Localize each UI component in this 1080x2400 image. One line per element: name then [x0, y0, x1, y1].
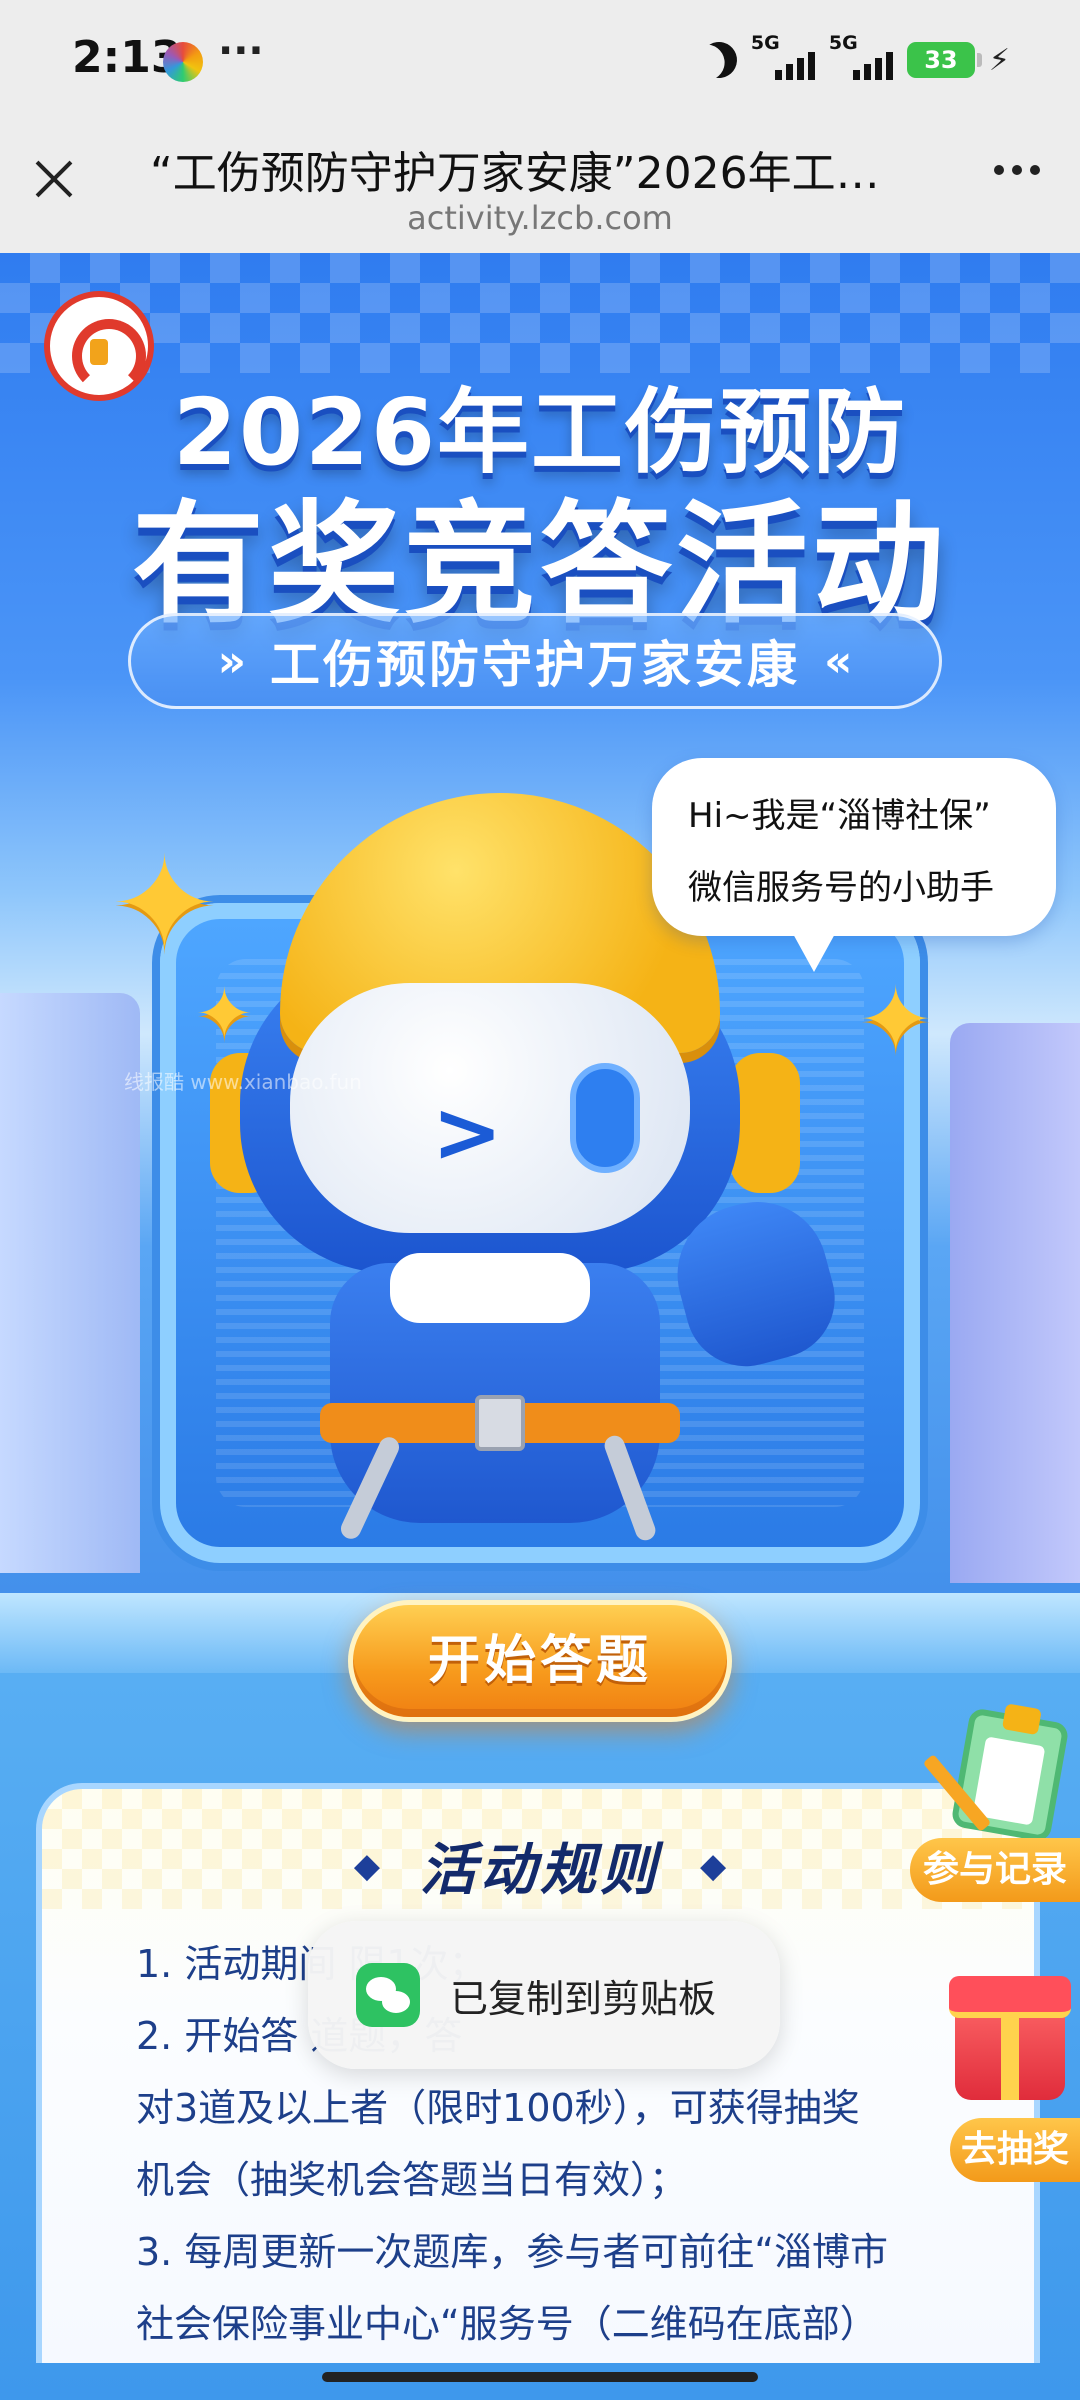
app-notification-icon — [163, 42, 203, 82]
diamond-deco-icon: ◆ — [353, 1845, 380, 1886]
clipboard-icon[interactable] — [950, 1707, 1070, 1843]
rule-line: 机会（抽奖机会答题当日有效）； — [136, 2158, 688, 2202]
toast-text: 已复制到剪贴板 — [450, 1976, 717, 2021]
hero-banner: 2026年工伤预防 有奖竞答活动 » 工伤预防守护万家安康 « ✦ ✦ ✦ > … — [0, 253, 1080, 1673]
chevron-deco-icon: « — [824, 635, 853, 687]
rule-line: 社会保险事业中心“服务号（二维码在底部） — [136, 2302, 878, 2346]
start-quiz-button[interactable]: 开始答题 — [348, 1600, 732, 1722]
speech-line: Hi~我是“淄博社保” — [688, 796, 991, 836]
rules-title: 活动规则 — [420, 1838, 660, 1903]
copied-toast: 已复制到剪贴板 — [308, 1921, 780, 2069]
diamond-deco-icon: ◆ — [700, 1845, 727, 1886]
charging-bolt-icon: ⚡ — [988, 42, 1010, 78]
page-domain: activity.lzcb.com — [407, 199, 673, 237]
home-indicator[interactable] — [322, 2372, 758, 2382]
rule-line: 对3道及以上者（限时100秒），可获得抽奖 — [136, 2086, 860, 2130]
network-type-label: 5G — [750, 32, 780, 54]
more-dots-icon[interactable] — [994, 165, 1040, 175]
status-more: ··· — [218, 28, 264, 74]
wink-eye: > — [432, 1083, 503, 1181]
signal-icon-2: 5G — [829, 32, 893, 82]
status-icons: 5G 5G 33 ⚡ — [701, 32, 1010, 82]
watermark: 线报酷 www.xianbao.fun — [124, 1070, 362, 1094]
open-eye — [570, 1063, 640, 1173]
speech-bubble: Hi~我是“淄博社保” 微信服务号的小助手 — [652, 758, 1056, 972]
slogan-pill: » 工伤预防守护万家安康 « — [128, 613, 942, 709]
slogan-text: 工伤预防守护万家安康 — [270, 636, 800, 694]
rule-line: 3. 每周更新一次题库，参与者可前往“淄博市 — [136, 2230, 889, 2274]
go-lottery-button[interactable]: 去抽奖 — [950, 2118, 1080, 2182]
participation-record-button[interactable]: 参与记录 — [910, 1838, 1080, 1902]
checker-pattern — [0, 253, 1080, 373]
chevron-deco-icon: » — [217, 635, 246, 687]
do-not-disturb-moon-icon — [694, 35, 743, 84]
status-bar: 2:13 ··· 5G 5G 33 ⚡ — [0, 0, 1080, 125]
decor-book-right — [950, 1023, 1080, 1583]
gift-box-icon[interactable] — [949, 1976, 1071, 2100]
star-icon: ✦ — [110, 828, 219, 980]
star-icon: ✦ — [858, 968, 934, 1073]
speech-line: 微信服务号的小助手 — [688, 868, 994, 908]
wechat-icon — [356, 1963, 420, 2027]
signal-icon: 5G — [751, 32, 815, 82]
browser-header: “工伤预防守护万家安康”2026年工… activity.lzcb.com — [0, 125, 1080, 253]
battery-icon: 33 — [906, 42, 982, 78]
network-type-label-2: 5G — [828, 32, 858, 54]
decor-book-left — [0, 993, 140, 1573]
page-title: “工伤预防守护万家安康”2026年工… — [150, 148, 880, 199]
